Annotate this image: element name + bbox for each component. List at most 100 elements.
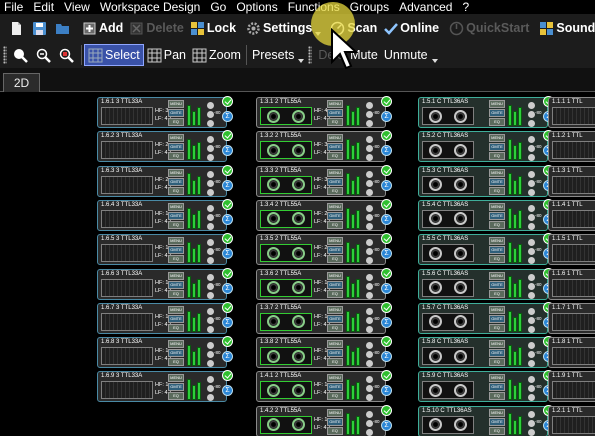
select-button[interactable]: Select [84, 44, 144, 66]
knob-icon[interactable] [207, 316, 214, 324]
knob-icon[interactable] [528, 419, 535, 427]
eq-tag[interactable]: EQ [168, 186, 184, 195]
amplifier-panel[interactable]: 1.5.6 C TTL36ASMENUGMTEEQ-80Σ [418, 267, 554, 300]
gmte-tag[interactable]: GMTE [327, 280, 343, 289]
amplifier-panel[interactable]: 1.1.6 1 TTLMENUGMTEEQ-80Σ [548, 268, 595, 300]
knob-icon[interactable] [528, 360, 535, 368]
knob-icon[interactable] [528, 351, 535, 359]
knob-icon[interactable] [366, 273, 373, 281]
eq-tag[interactable]: EQ [327, 186, 343, 195]
knob-icon[interactable] [207, 145, 214, 153]
amplifier-panel[interactable]: 1.6.6 3 TTL33A HF: 1 LF: 4.1 MENU GMTE EQ -80 Σ [97, 267, 233, 300]
gmte-tag[interactable]: GMTE [327, 417, 343, 426]
knob-icon[interactable] [207, 179, 214, 187]
gmte-tag[interactable]: GMTE [489, 314, 505, 323]
knob-icon[interactable] [207, 376, 214, 384]
sigma-icon[interactable]: Σ [381, 419, 392, 431]
amplifier-panel[interactable]: 1.6.1 3 TTL33A HF: 3 LF: 4.1 MENU GMTE EQ -80 Σ [97, 96, 233, 128]
amplifier-panel[interactable]: 1.5.10 C TTL36ASMENUGMTEEQ-80Σ [418, 404, 554, 436]
eq-tag[interactable]: EQ [327, 255, 343, 264]
save-button[interactable] [29, 17, 52, 39]
gmte-tag[interactable]: GMTE [489, 383, 505, 392]
sigma-icon[interactable]: Σ [381, 145, 392, 157]
menu-tag[interactable]: MENU [168, 237, 184, 246]
sigma-icon[interactable]: Σ [222, 111, 233, 122]
lock-button[interactable]: Lock [187, 17, 239, 39]
gmte-tag[interactable]: GMTE [489, 280, 505, 289]
sigma-icon[interactable]: Σ [222, 385, 233, 397]
menu-tag[interactable]: MENU [327, 374, 343, 383]
knob-icon[interactable] [207, 102, 214, 109]
menu-workspace-design[interactable]: Workspace Design [95, 0, 206, 14]
menu-groups[interactable]: Groups [345, 0, 394, 14]
menu-tag[interactable]: MENU [168, 271, 184, 280]
online-button[interactable]: Online [380, 17, 442, 39]
gmte-tag[interactable]: GMTE [327, 109, 343, 117]
knob-icon[interactable] [207, 136, 214, 144]
knob-icon[interactable] [207, 307, 214, 315]
amplifier-panel[interactable]: 1.5.7 C TTL36ASMENUGMTEEQ-80Σ [418, 301, 554, 334]
knob-icon[interactable] [366, 376, 373, 384]
knob-icon[interactable] [366, 204, 373, 212]
knob-icon[interactable] [207, 188, 214, 196]
knob-icon[interactable] [366, 307, 373, 315]
menu-tag[interactable]: MENU [168, 340, 184, 349]
knob-icon[interactable] [207, 257, 214, 265]
knob-icon[interactable] [207, 282, 214, 290]
open-button[interactable] [52, 17, 75, 39]
settings-button[interactable]: Settings [243, 17, 315, 39]
knob-icon[interactable] [366, 120, 373, 127]
zoom-fit-button[interactable] [56, 44, 79, 66]
workspace-canvas[interactable]: 1.6.1 3 TTL33A HF: 3 LF: 4.1 MENU GMTE EQ -80 Σ… [0, 93, 595, 436]
knob-icon[interactable] [528, 204, 535, 212]
amplifier-panel[interactable]: 1.3.5 2 TTL55A HF: 2 LF: 4.1 MENU GMTE EQ -80 Σ [256, 233, 392, 266]
gmte-tag[interactable]: GMTE [168, 246, 184, 255]
knob-icon[interactable] [366, 154, 373, 162]
knob-icon[interactable] [366, 385, 373, 393]
menu-tag[interactable]: MENU [327, 305, 343, 314]
amplifier-panel[interactable]: 1.5.4 C TTL36ASMENUGMTEEQ-80Σ [418, 198, 554, 231]
knob-icon[interactable] [366, 428, 373, 436]
knob-icon[interactable] [528, 136, 535, 144]
toolbar-grip[interactable] [3, 46, 7, 64]
menu-file[interactable]: File [0, 0, 28, 14]
menu-tag[interactable]: MENU [168, 202, 184, 211]
eq-tag[interactable]: EQ [489, 220, 505, 229]
amplifier-panel[interactable]: 1.6.2 3 TTL33A HF: 2 LF: 4.1 MENU GMTE EQ -80 Σ [97, 130, 233, 163]
amplifier-panel[interactable]: 1.1.9 1 TTLMENUGMTEEQ-80Σ [548, 371, 595, 403]
gmte-tag[interactable]: GMTE [489, 211, 505, 220]
sigma-icon[interactable]: Σ [381, 316, 392, 328]
knob-icon[interactable] [366, 188, 373, 196]
zoom-out-button[interactable] [33, 44, 56, 66]
gmte-tag[interactable]: GMTE [489, 349, 505, 358]
sigma-icon[interactable]: Σ [381, 385, 392, 397]
eq-tag[interactable]: EQ [168, 323, 184, 332]
knob-icon[interactable] [366, 342, 373, 350]
gmte-tag[interactable]: GMTE [327, 349, 343, 358]
knob-icon[interactable] [528, 273, 535, 281]
knob-icon[interactable] [207, 291, 214, 299]
add-button[interactable]: Add [79, 17, 126, 39]
menu-tag[interactable]: MENU [327, 271, 343, 280]
menu-tag[interactable]: MENU [168, 134, 184, 143]
sigma-icon[interactable]: Σ [381, 111, 392, 122]
menu-tag[interactable]: MENU [489, 305, 505, 314]
menu-tag[interactable]: MENU [489, 202, 505, 211]
knob-icon[interactable] [528, 376, 535, 384]
eq-tag[interactable]: EQ [327, 289, 343, 298]
menu-tag[interactable]: MENU [327, 340, 343, 349]
sigma-icon[interactable]: Σ [381, 351, 392, 363]
knob-icon[interactable] [366, 213, 373, 221]
knob-icon[interactable] [528, 257, 535, 265]
amplifier-panel[interactable]: 1.1.7 1 TTLMENUGMTEEQ-80Σ [548, 302, 595, 334]
menu-tag[interactable]: MENU [327, 100, 343, 108]
amplifier-panel[interactable]: 1.1.1 1 TTLMENUGMTEEQ-80Σ [548, 97, 595, 128]
menu-help[interactable]: ? [457, 0, 474, 14]
knob-icon[interactable] [528, 102, 535, 109]
gmte-tag[interactable]: GMTE [327, 143, 343, 152]
menu-tag[interactable]: MENU [489, 374, 505, 383]
amplifier-panel[interactable]: 1.5.5 C TTL36ASMENUGMTEEQ-80Σ [418, 233, 554, 266]
amplifier-panel[interactable]: 1.4.1 2 TTL55A HF: 1 LF: 4.1 MENU GMTE EQ -80 Σ [256, 370, 392, 403]
amplifier-panel[interactable]: 1.6.8 3 TTL33A HF: 1 LF: 4.1 MENU GMTE EQ -80 Σ [97, 336, 233, 369]
knob-icon[interactable] [207, 385, 214, 393]
